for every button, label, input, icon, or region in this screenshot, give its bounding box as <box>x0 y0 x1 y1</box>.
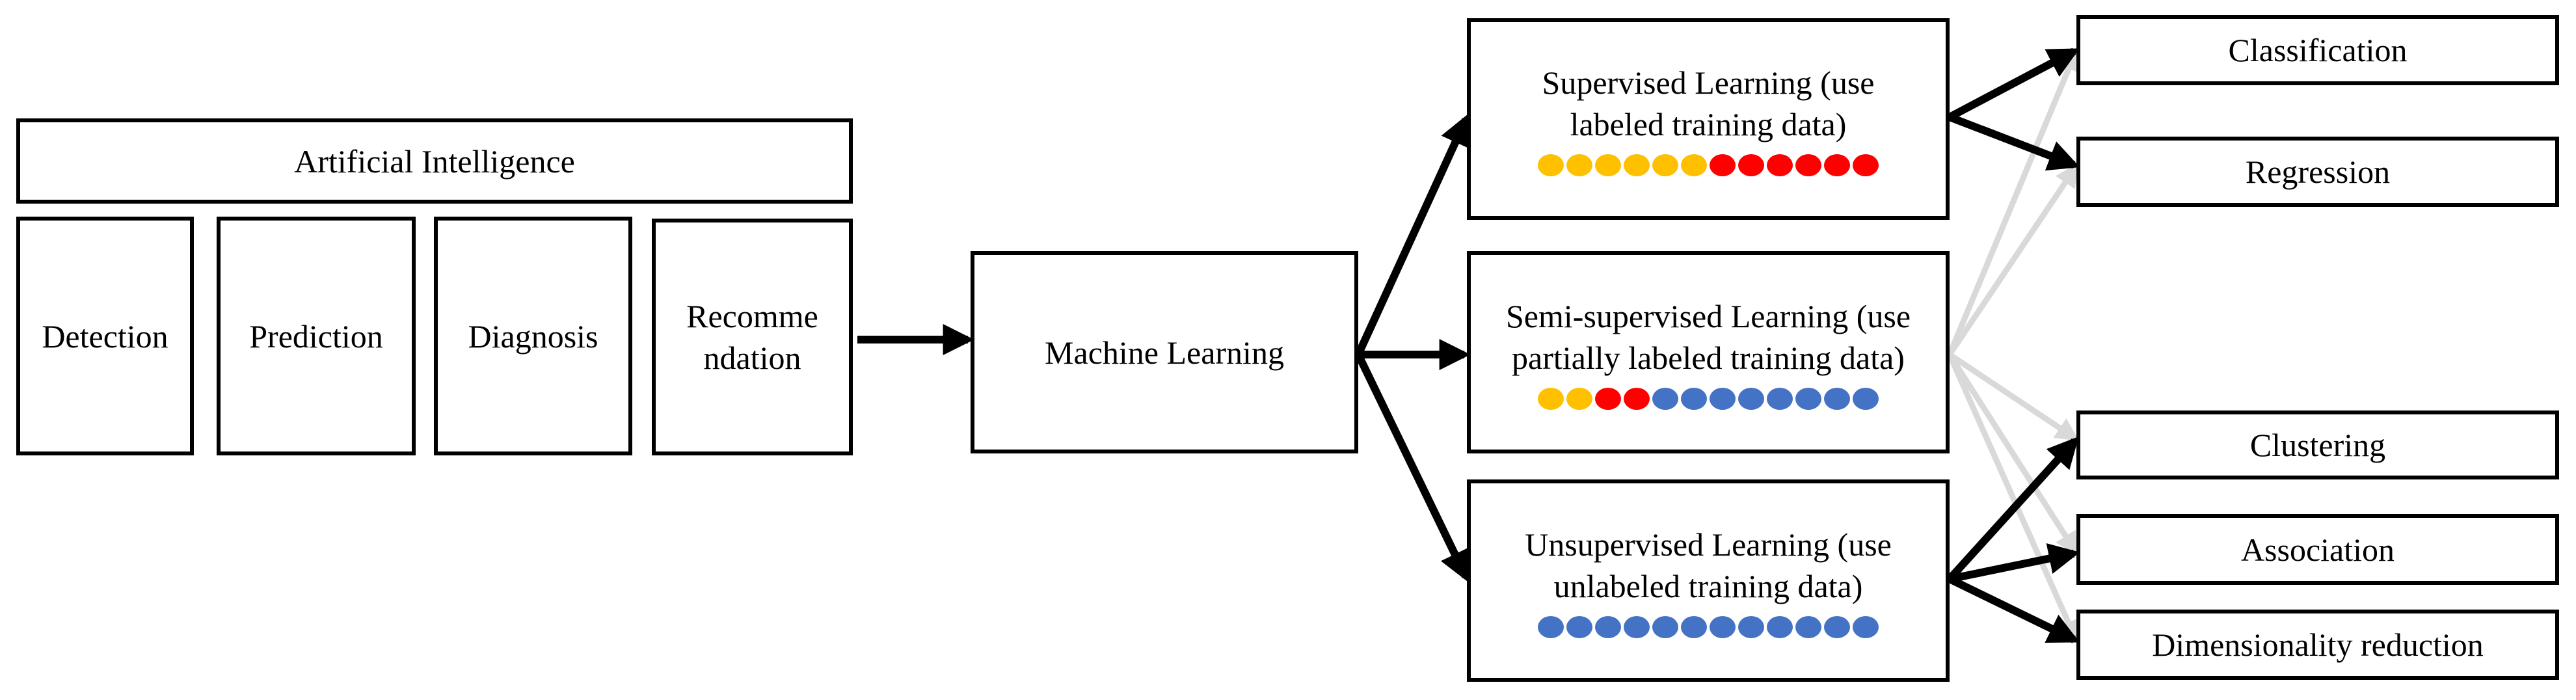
clustering-label: Clustering <box>2249 427 2386 463</box>
artificial-intelligence-box: Artificial Intelligence <box>16 118 853 204</box>
labeled-class-a-dot <box>1624 154 1650 176</box>
regression-box: Regression <box>2076 137 2559 207</box>
unlabeled-dot <box>1767 615 1793 638</box>
dimensionality-reduction-label: Dimensionality reduction <box>2152 626 2484 663</box>
application-label: Detection <box>42 317 168 355</box>
unlabeled-dot <box>1795 387 1821 410</box>
arrow-supervised-to-regression <box>1948 113 2080 171</box>
labeled-class-a-dot <box>1681 154 1707 176</box>
classification-box: Classification <box>2076 15 2559 85</box>
application-label: Diagnosis <box>468 317 598 355</box>
sample-dots <box>1538 387 1879 410</box>
application-label: Recomme ndation <box>686 298 818 376</box>
unlabeled-dot <box>1738 615 1764 638</box>
dimensionality-reduction-box: Dimensionality reduction <box>2076 610 2559 680</box>
unlabeled-dot <box>1824 387 1850 410</box>
unlabeled-dot <box>1853 387 1879 410</box>
unlabeled-dot <box>1681 615 1707 638</box>
unlabeled-dot <box>1710 387 1736 410</box>
application-diagnosis-box: Diagnosis <box>434 217 632 455</box>
labeled-class-b-dot <box>1824 154 1850 176</box>
machine-learning-box: Machine Learning <box>971 251 1358 453</box>
unsupervised-learning-label: Unsupervised Learning (use unlabeled tra… <box>1525 526 1892 604</box>
labeled-class-b-dot <box>1710 154 1736 176</box>
unlabeled-dot <box>1538 615 1564 638</box>
unlabeled-dot <box>1652 615 1678 638</box>
artificial-intelligence-label: Artificial Intelligence <box>294 142 575 180</box>
unlabeled-dot <box>1595 615 1621 638</box>
arrow-semi-to-classification <box>1946 47 2080 356</box>
labeled-class-b-dot <box>1795 154 1821 176</box>
sample-dots <box>1538 615 1879 638</box>
sample-dots <box>1538 154 1879 176</box>
supervised-learning-label: Supervised Learning (use labeled trainin… <box>1542 64 1875 142</box>
machine-learning-label: Machine Learning <box>1045 334 1284 371</box>
application-recommendation-box: Recomme ndation <box>652 219 853 455</box>
semi-supervised-learning-box: Semi-supervised Learning (use partially … <box>1467 251 1950 453</box>
arrow-ml-to-supervised <box>1354 113 1470 357</box>
labeled-class-b-dot <box>1853 154 1879 176</box>
unlabeled-dot <box>1566 615 1592 638</box>
labeled-class-b-dot <box>1624 387 1650 410</box>
labeled-class-a-dot <box>1538 154 1564 176</box>
association-label: Association <box>2240 531 2395 568</box>
labeled-class-a-dot <box>1538 387 1564 410</box>
labeled-class-a-dot <box>1595 154 1621 176</box>
unlabeled-dot <box>1652 387 1678 410</box>
application-detection-box: Detection <box>16 217 194 455</box>
unlabeled-dot <box>1767 387 1793 410</box>
regression-label: Regression <box>2245 154 2391 190</box>
labeled-class-a-dot <box>1566 154 1592 176</box>
unlabeled-dot <box>1624 615 1650 638</box>
arrow-semi-to-regression <box>1947 163 2078 357</box>
unsupervised-learning-box: Unsupervised Learning (use unlabeled tra… <box>1467 479 1950 682</box>
labeled-class-b-dot <box>1767 154 1793 176</box>
labeled-class-b-dot <box>1738 154 1764 176</box>
unlabeled-dot <box>1681 387 1707 410</box>
association-box: Association <box>2076 514 2559 585</box>
arrow-ml-to-unsupervised <box>1354 353 1469 583</box>
arrow-semi-to-association <box>1947 353 2078 556</box>
application-label: Prediction <box>249 317 383 355</box>
unlabeled-dot <box>1824 615 1850 638</box>
unlabeled-dot <box>1710 615 1736 638</box>
clustering-box: Clustering <box>2076 411 2559 479</box>
unlabeled-dot <box>1853 615 1879 638</box>
labeled-class-a-dot <box>1566 387 1592 410</box>
classification-label: Classification <box>2228 32 2408 68</box>
semi-supervised-learning-label: Semi-supervised Learning (use partially … <box>1505 297 1911 376</box>
unlabeled-dot <box>1795 615 1821 638</box>
unlabeled-dot <box>1738 387 1764 410</box>
supervised-learning-box: Supervised Learning (use labeled trainin… <box>1467 18 1950 220</box>
labeled-class-b-dot <box>1595 387 1621 410</box>
application-prediction-box: Prediction <box>217 217 416 455</box>
labeled-class-a-dot <box>1652 154 1678 176</box>
